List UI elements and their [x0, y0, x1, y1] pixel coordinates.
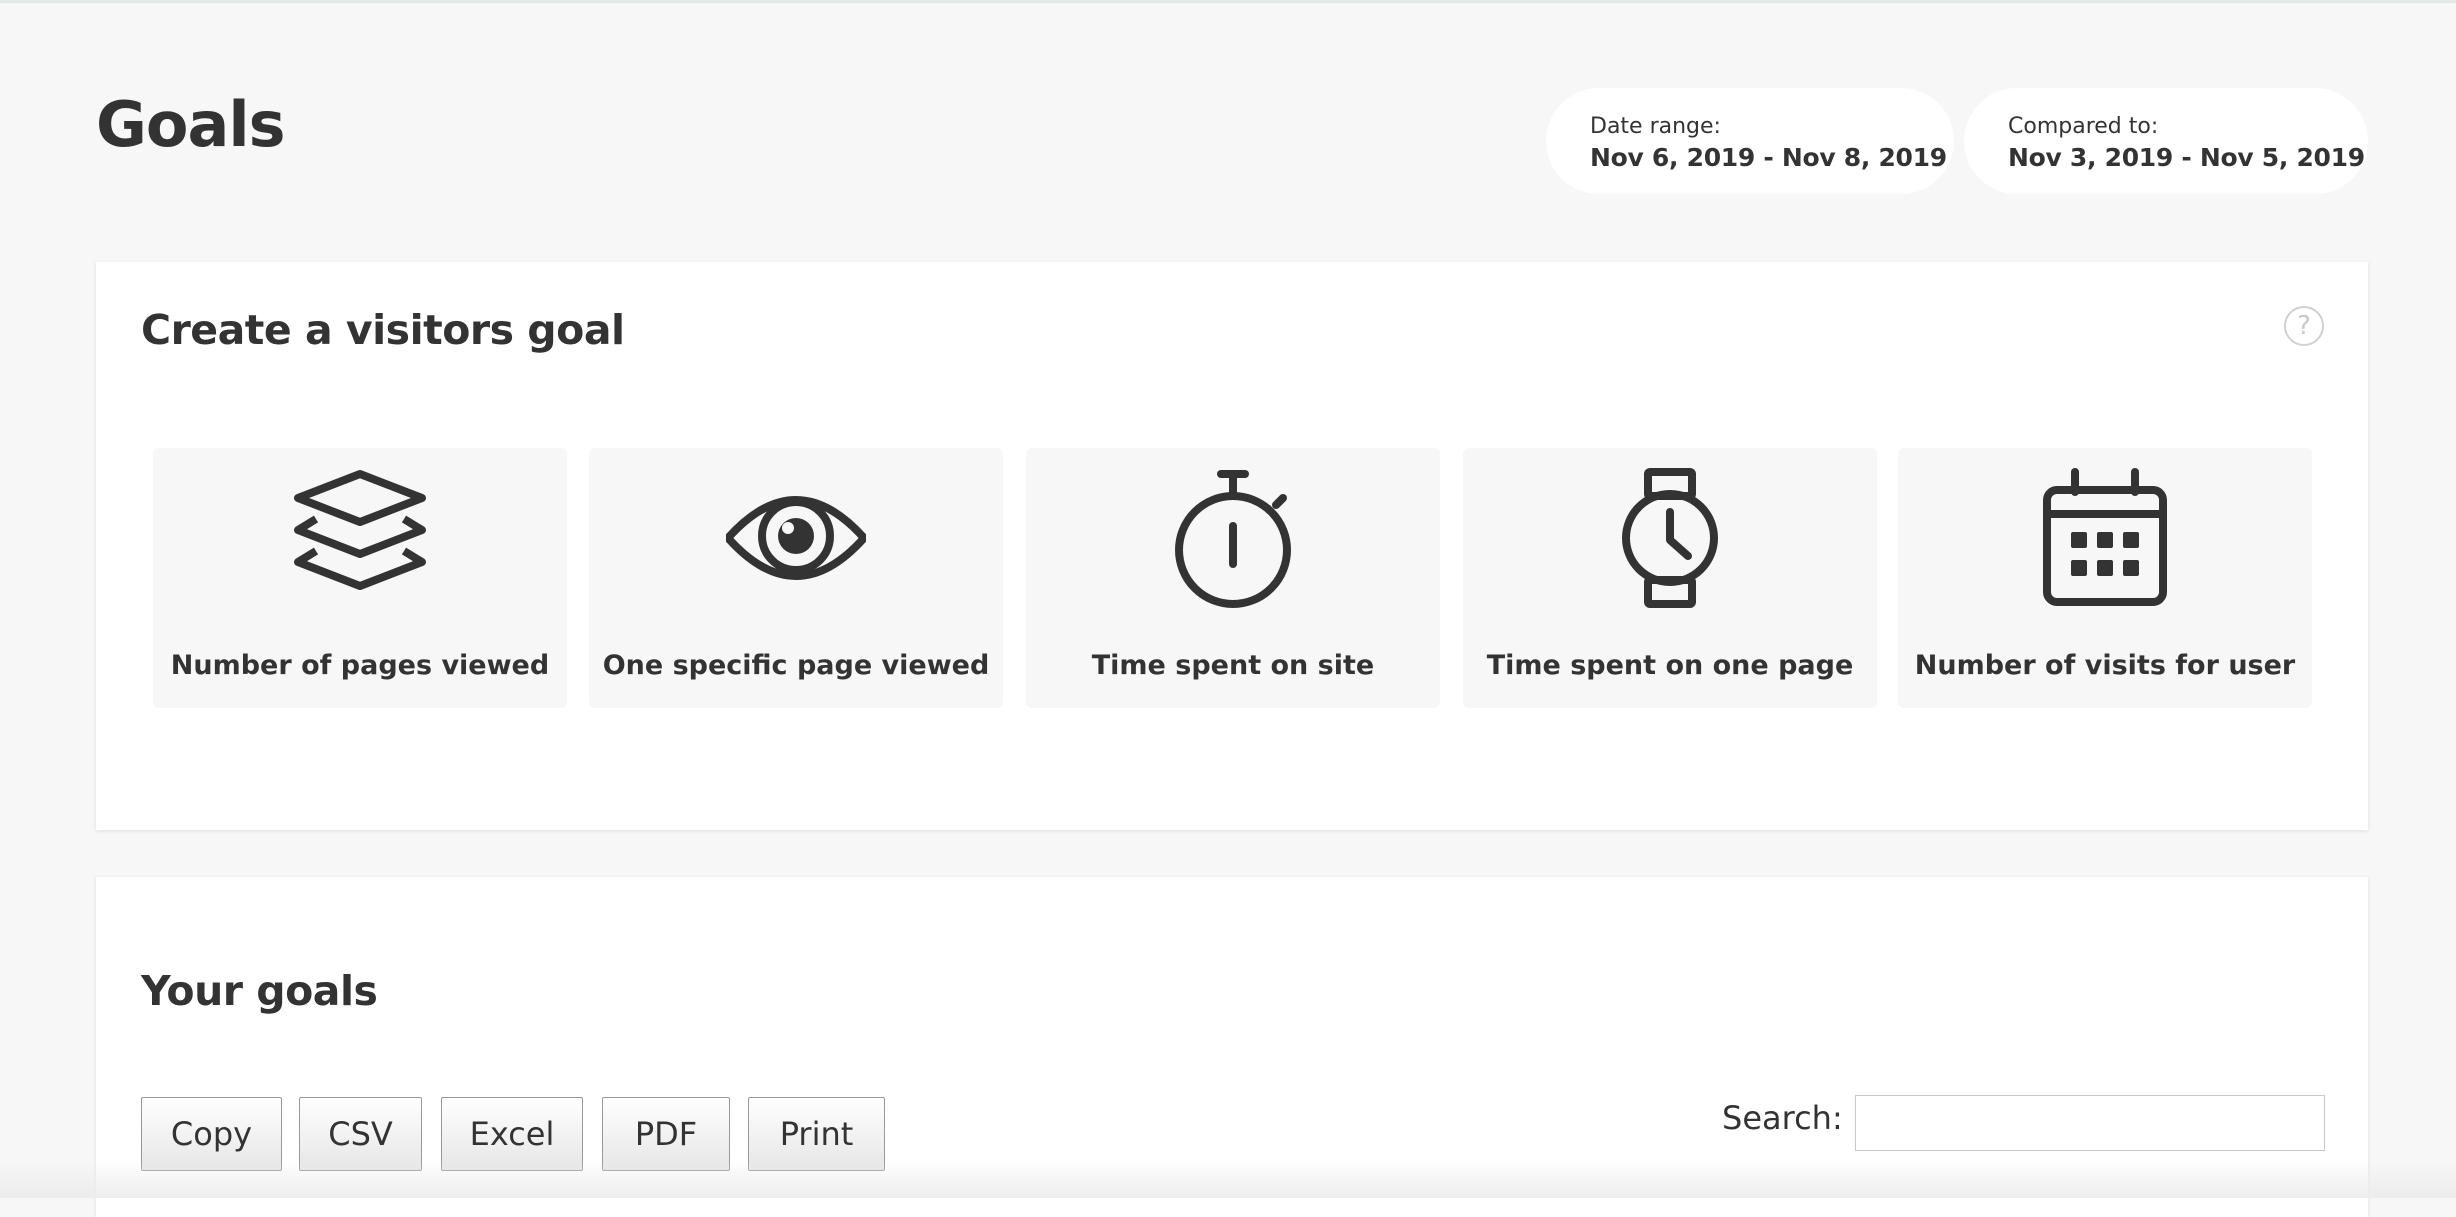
goal-card-label: Time spent on one page [1486, 650, 1854, 681]
top-border [0, 0, 2456, 3]
stopwatch-icon [1175, 470, 1291, 608]
goal-card-time-on-page[interactable]: Time spent on one page [1463, 448, 1877, 708]
your-goals-panel: Your goals Copy CSV Excel PDF Print Sear… [96, 877, 2368, 1217]
pdf-button[interactable]: PDF [602, 1097, 730, 1171]
goal-card-label: Time spent on site [1091, 650, 1375, 681]
csv-button[interactable]: CSV [299, 1097, 422, 1171]
date-range-label: Date range: [1590, 114, 1721, 139]
print-button[interactable]: Print [748, 1097, 885, 1171]
goal-card-specific-page[interactable]: One specific page viewed [589, 448, 1003, 708]
goal-card-label: Number of pages viewed [170, 650, 550, 681]
goal-card-time-on-site[interactable]: Time spent on site [1026, 448, 1440, 708]
compared-to-selector[interactable]: Compared to: Nov 3, 2019 - Nov 5, 2019 [1964, 88, 2368, 194]
excel-button[interactable]: Excel [441, 1097, 583, 1171]
copy-button[interactable]: Copy [141, 1097, 282, 1171]
goal-card-visits-for-user[interactable]: Number of visits for user [1898, 448, 2312, 708]
layers-icon [294, 470, 426, 590]
create-goal-panel: Create a visitors goal ? Number of pages… [96, 262, 2368, 830]
eye-icon [726, 496, 866, 580]
your-goals-title: Your goals [141, 967, 378, 1015]
compared-to-label: Compared to: [2008, 114, 2159, 139]
search-label: Search: [1722, 1099, 1843, 1137]
goal-card-label: One specific page viewed [602, 650, 990, 681]
calendar-icon [2043, 468, 2167, 606]
search-input[interactable] [1855, 1095, 2325, 1151]
watch-icon [1622, 468, 1718, 608]
date-range-value: Nov 6, 2019 - Nov 8, 2019 [1590, 143, 1947, 172]
question-circle-icon[interactable]: ? [2284, 306, 2324, 346]
goal-card-pages-viewed[interactable]: Number of pages viewed [153, 448, 567, 708]
date-range-selector[interactable]: Date range: Nov 6, 2019 - Nov 8, 2019 [1546, 88, 1954, 194]
goal-type-cards: Number of pages viewed One specific page… [153, 448, 2312, 708]
create-goal-title: Create a visitors goal [141, 306, 625, 354]
compared-to-value: Nov 3, 2019 - Nov 5, 2019 [2008, 143, 2365, 172]
page-title: Goals [96, 88, 285, 161]
goal-card-label: Number of visits for user [1914, 650, 2296, 681]
